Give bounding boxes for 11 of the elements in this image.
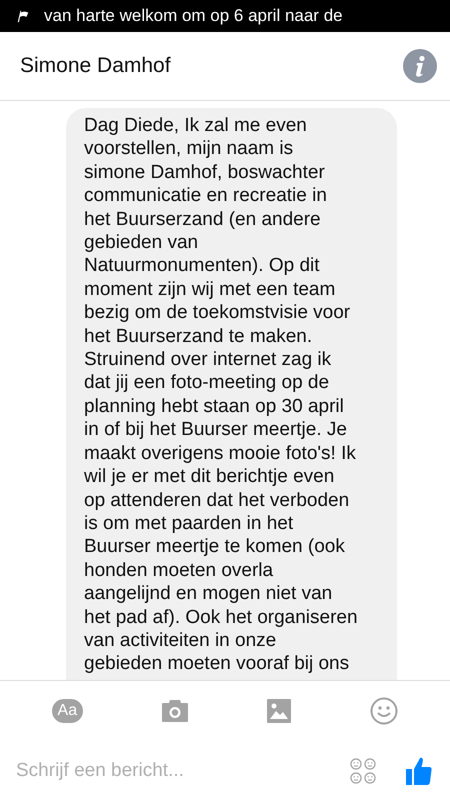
stickers-icon[interactable]: [350, 758, 376, 784]
smiley-icon[interactable]: [370, 697, 398, 725]
camera-icon[interactable]: [162, 700, 188, 722]
text-style-button[interactable]: Aa: [52, 699, 84, 723]
flag-icon: [16, 9, 30, 23]
info-icon[interactable]: [403, 49, 437, 83]
image-icon[interactable]: [267, 699, 292, 723]
message-text: Dag Diede, Ik zal me even voorstellen, mijn naam is simone Damhof, boswachter communicatie en recreatie in het Buurserzand (en andere gebieden van Natuurmonumenten). Op dit moment zijn wij met een team bezig om de toekomstvisie voor het Buurserzand te maken. Struinend over internet zag ik dat jij een foto-meeting op de planning hebt staan op 30 april in of bij het Buurser meertje. Je maakt overigens mooie foto's! Ik wil je er met dit berichtje even op attenderen dat het verboden is om met paarden in het Buurser meertje te komen (ook honden moeten overla aangelijnd en mogen niet van het pad af). Ook het organiseren van activiteiten in onze gebieden moeten vooraf bij ons: [84, 114, 359, 676]
notification-text: van harte welkom om op 6 april naar de: [44, 6, 343, 26]
contact-name: Simone Damhof: [20, 54, 171, 78]
thumbs-up-icon[interactable]: [406, 756, 432, 784]
